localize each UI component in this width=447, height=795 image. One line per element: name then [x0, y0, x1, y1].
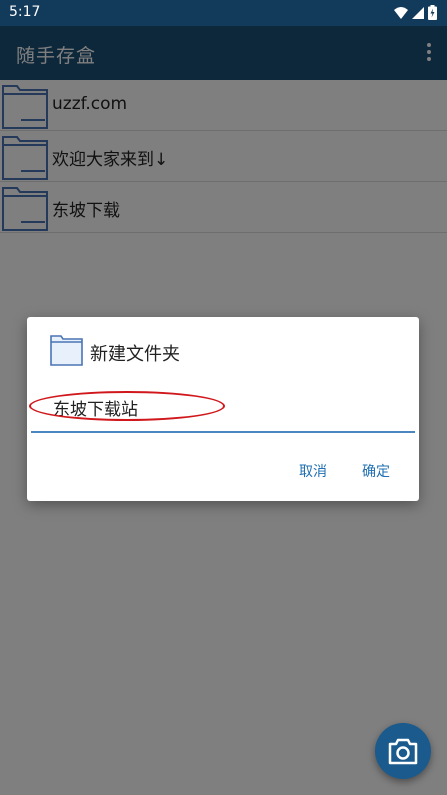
dialog-title: 新建文件夹	[90, 344, 180, 365]
battery-icon	[428, 5, 437, 20]
wifi-icon	[394, 6, 408, 19]
annotation-oval	[29, 391, 225, 421]
folder-icon	[50, 335, 83, 366]
status-icons	[394, 5, 437, 20]
camera-button[interactable]	[375, 723, 431, 779]
cancel-button[interactable]: 取消	[299, 461, 327, 481]
new-folder-dialog: 新建文件夹 东坡下载站 取消 确定	[27, 317, 419, 501]
ok-button[interactable]: 确定	[362, 461, 390, 481]
camera-icon	[388, 738, 418, 765]
folder-name-input[interactable]: 东坡下载站	[29, 387, 415, 433]
status-time: 5:17	[9, 4, 41, 20]
signal-icon	[412, 6, 424, 19]
status-bar: 5:17	[0, 0, 447, 26]
